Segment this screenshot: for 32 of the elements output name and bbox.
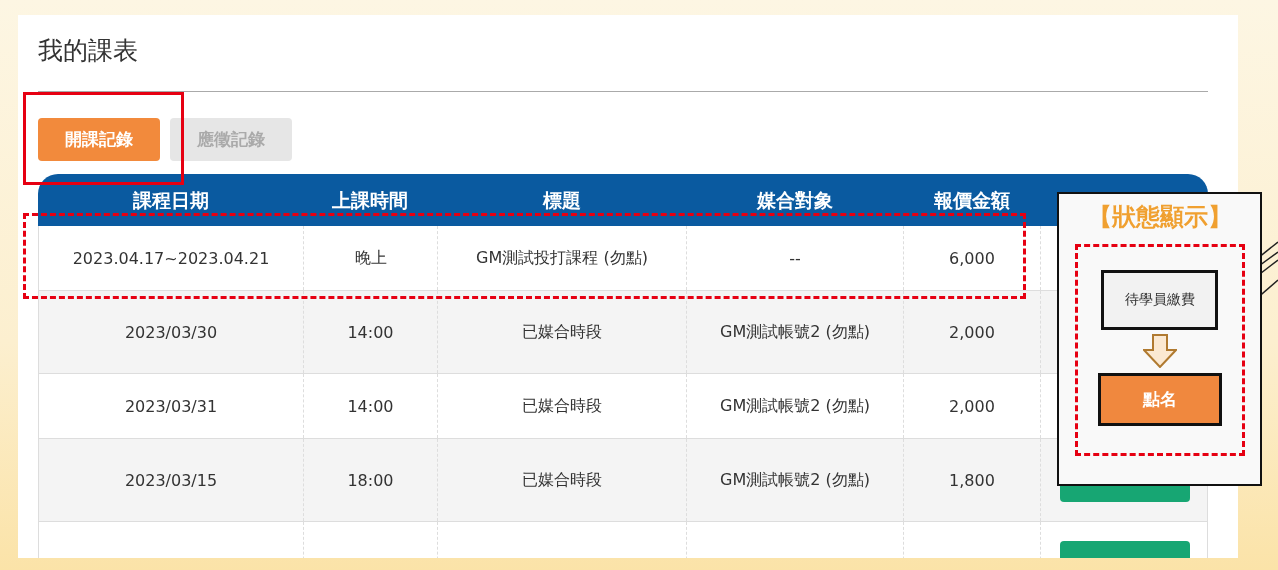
table-cell: 已媒合時段 [438,374,687,438]
table-cell: GM測試帳號2 (勿點) [687,439,904,521]
table-cell: 2,000 [904,374,1041,438]
table-cell: 2,000 [904,291,1041,373]
table-cell: 18:00 [304,439,438,521]
table-cell: 2023.04.17~2023.04.21 [39,226,304,290]
page-title: 我的課表 [38,35,139,67]
column-header: 上課時間 [331,188,409,213]
table-cell: 2023/03/31 [39,374,304,438]
column-header: 媒合對象 [755,188,834,213]
table-cell: 6,000 [904,226,1041,290]
table-cell: 晚上 [304,226,438,290]
table-cell: 14:00 [304,291,438,373]
table-cell: 14:00 [304,374,438,438]
annotation-title: 【狀態顯示】 [1087,202,1232,232]
table-cell: GM測試投打課程 (勿點) [438,226,687,290]
roll-call-box: 點名 [1097,373,1222,426]
down-arrow-icon [1142,334,1177,368]
table-cell: -- [687,226,904,290]
table-cell: GM測試帳號2 (勿點) [687,374,904,438]
column-header: 報價金額 [932,188,1011,213]
table-cell: 已媒合時段 [438,291,687,373]
table-cell: 已媒合時段 [438,439,687,521]
state-box: 待學員繳費 [1101,270,1218,330]
table-cell: GM測試帳號2 (勿點) [687,291,904,373]
table-cell: 2023/03/30 [39,291,304,373]
table-cell: 2023/03/15 [39,439,304,521]
table-cell: 1,800 [904,439,1041,521]
tab[interactable]: 應徵記錄 [170,118,292,161]
tab[interactable]: 開課記錄 [38,118,160,161]
column-header: 標題 [541,188,582,213]
column-header: 課程日期 [131,188,210,213]
